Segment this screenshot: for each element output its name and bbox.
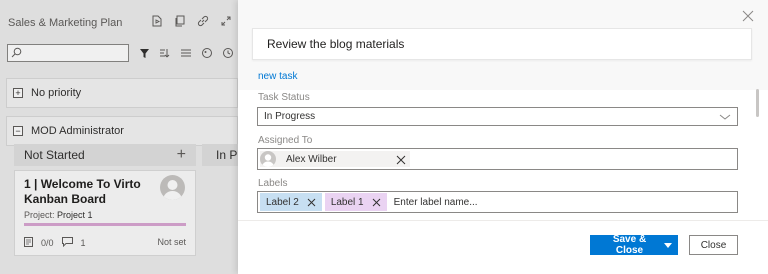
expand-toggle[interactable]: + — [13, 88, 23, 98]
remove-label-icon[interactable] — [372, 198, 381, 207]
board-toolbar — [150, 14, 232, 27]
close-button[interactable]: Close — [689, 235, 738, 255]
card-due-date: Not set — [157, 237, 186, 247]
save-and-close-label: Save & Close — [612, 234, 647, 256]
checklist-count: 0/0 — [41, 238, 54, 248]
assignee-name: Alex Wilber — [286, 153, 337, 165]
group-row-mod-administrator[interactable]: − MOD Administrator — [6, 116, 238, 146]
project-label: Project: — [24, 210, 55, 220]
color-icon[interactable] — [201, 47, 213, 59]
label-name-input[interactable] — [389, 196, 590, 208]
close-icon[interactable] — [742, 10, 756, 24]
checklist-icon — [24, 237, 33, 249]
comment-icon — [61, 237, 73, 249]
comment-count: 1 — [80, 238, 86, 248]
label-tag-name: Label 1 — [330, 196, 364, 208]
column-name: Not Started — [24, 148, 85, 162]
labels-label: Labels — [258, 178, 288, 189]
swimlane-icon[interactable] — [180, 47, 192, 59]
avatar — [160, 175, 185, 200]
copy-icon[interactable] — [173, 14, 186, 27]
group-label: MOD Administrator — [31, 125, 124, 137]
kanban-card[interactable]: 1 | Welcome To Virto Kanban Board Projec… — [14, 170, 196, 256]
label-tag: Label 1 — [324, 193, 387, 211]
kanban-board-background: Sales & Marketing Plan + No priority − M… — [0, 0, 238, 274]
card-meta: 0/0 1 — [24, 237, 86, 249]
label-tag-name: Label 2 — [266, 196, 299, 208]
card-project: Project: Project 1 — [24, 210, 93, 220]
assignee-persona: Alex Wilber — [260, 151, 410, 167]
group-row-no-priority[interactable]: + No priority — [6, 78, 238, 108]
add-card-button[interactable]: + — [177, 146, 186, 164]
document-icon[interactable] — [150, 14, 163, 27]
task-form: Task Status In Progress Assigned To Alex… — [238, 90, 768, 220]
card-color-bar — [24, 223, 186, 226]
task-status-label: Task Status — [258, 92, 310, 103]
history-icon[interactable] — [222, 47, 234, 59]
board-search-input[interactable] — [7, 44, 129, 62]
caret-down-icon[interactable] — [658, 242, 678, 248]
label-tag: Label 2 — [260, 193, 322, 211]
remove-label-icon[interactable] — [307, 198, 316, 207]
panel-footer: Save & Close Close — [238, 220, 768, 274]
labels-picker[interactable]: Label 2 Label 1 — [257, 191, 738, 213]
project-name: Project 1 — [57, 210, 93, 220]
expand-icon[interactable] — [219, 14, 232, 27]
task-status-value: In Progress — [264, 111, 316, 122]
group-icon[interactable] — [159, 47, 171, 59]
link-icon[interactable] — [196, 14, 209, 27]
assigned-to-label: Assigned To — [258, 135, 313, 146]
column-header-in-progress: In Pr — [202, 144, 238, 166]
search-icon — [11, 47, 22, 61]
assigned-to-picker[interactable]: Alex Wilber — [257, 148, 738, 170]
collapse-toggle[interactable]: − — [13, 126, 23, 136]
save-and-close-button[interactable]: Save & Close — [590, 234, 678, 256]
new-task-link[interactable]: new task — [258, 71, 297, 82]
column-header-not-started: Not Started + — [14, 144, 196, 166]
card-title: 1 | Welcome To Virto Kanban Board — [24, 177, 141, 206]
board-title: Sales & Marketing Plan — [8, 17, 123, 29]
remove-assignee-icon[interactable] — [396, 154, 406, 165]
panel-header: Review the blog materials new task — [238, 0, 768, 90]
filter-icon[interactable] — [138, 47, 150, 59]
avatar — [260, 151, 276, 167]
chevron-down-icon — [719, 111, 731, 128]
group-label: No priority — [31, 87, 82, 99]
task-title-field[interactable]: Review the blog materials — [252, 28, 752, 60]
task-edit-panel: Review the blog materials new task Task … — [238, 0, 768, 274]
task-status-dropdown[interactable]: In Progress — [257, 107, 738, 126]
scrollbar-thumb[interactable] — [756, 89, 759, 117]
filter-toolbar — [138, 47, 234, 59]
